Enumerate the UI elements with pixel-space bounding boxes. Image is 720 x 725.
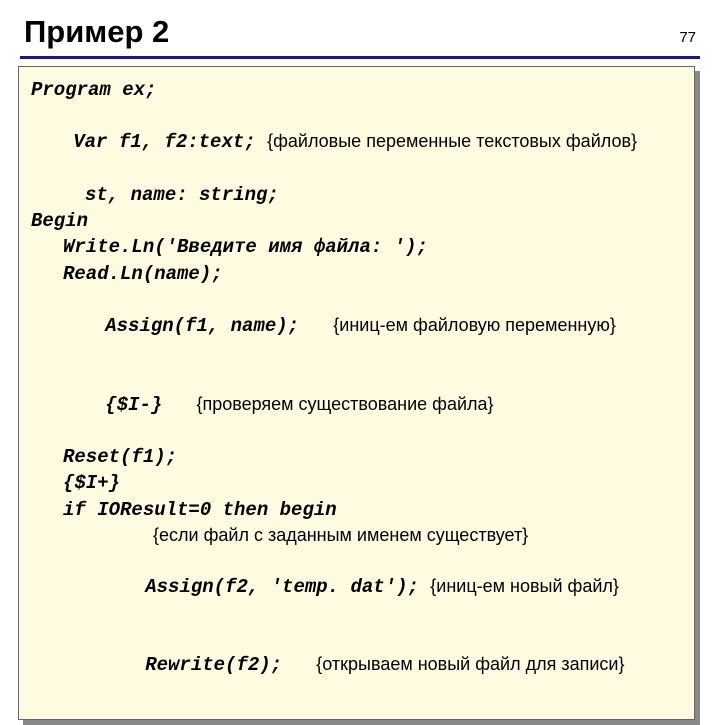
code-text: Rewrite(f2); bbox=[145, 654, 316, 676]
code-line: Assign(f2, 'temp. dat'); {иниц-ем новый … bbox=[31, 548, 682, 627]
code-text: Assign(f2, 'temp. dat'); bbox=[145, 576, 430, 598]
code-line: Begin bbox=[31, 208, 682, 234]
code-comment: {если файл с заданным именем существует} bbox=[31, 523, 682, 548]
code-line: {$I+} bbox=[31, 470, 682, 496]
code-comment: {открываем новый файл для записи} bbox=[316, 654, 624, 674]
code-text: Var f1, f2:text; bbox=[73, 131, 267, 153]
code-text: Assign(f1, name); bbox=[105, 315, 333, 337]
code-comment: {иниц-ем файловую переменную} bbox=[333, 315, 616, 335]
code-comment: {файловые переменные текстовых файлов} bbox=[267, 131, 637, 151]
code-block: Program ex; Var f1, f2:text; {файловые п… bbox=[18, 66, 695, 720]
codebox-shadow: Program ex; Var f1, f2:text; {файловые п… bbox=[23, 71, 700, 725]
code-line: Assign(f1, name); {иниц-ем файловую пере… bbox=[31, 287, 682, 366]
code-text: {$I-} bbox=[105, 394, 196, 416]
code-line: Var f1, f2:text; {файловые переменные те… bbox=[31, 103, 682, 182]
title-underline bbox=[20, 56, 700, 59]
code-line: Rewrite(f2); {открываем новый файл для з… bbox=[31, 626, 682, 705]
code-comment: {проверяем существование файла} bbox=[196, 394, 493, 414]
code-line: Reset(f1); bbox=[31, 444, 682, 470]
code-line: Read.Ln(name); bbox=[31, 261, 682, 287]
slide-title: Пример 2 bbox=[20, 14, 169, 50]
slide-header: Пример 2 77 bbox=[20, 14, 700, 50]
code-comment: {иниц-ем новый файл} bbox=[430, 576, 619, 596]
code-line: if IOResult=0 then begin bbox=[31, 497, 682, 523]
code-line: Program ex; bbox=[31, 77, 682, 103]
slide: Пример 2 77 Program ex; Var f1, f2:text;… bbox=[0, 0, 720, 725]
code-line: {$I-} {проверяем существование файла} bbox=[31, 365, 682, 444]
page-number: 77 bbox=[679, 29, 700, 46]
code-line: Write.Ln('Введите имя файла: '); bbox=[31, 234, 682, 260]
code-line: st, name: string; bbox=[31, 182, 682, 208]
